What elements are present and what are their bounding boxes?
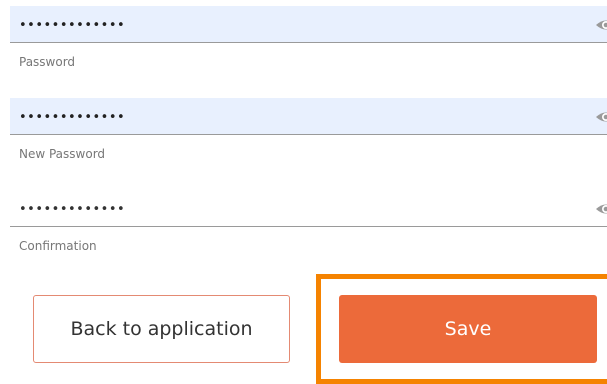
confirmation-input[interactable]: ••••••••••••• <box>10 190 607 227</box>
confirmation-label: Confirmation <box>19 239 97 253</box>
eye-icon[interactable] <box>595 200 607 218</box>
password-label: Password <box>19 55 76 69</box>
new-password-input[interactable]: ••••••••••••• <box>10 98 607 135</box>
new-password-value: ••••••••••••• <box>19 110 126 125</box>
eye-icon[interactable] <box>595 108 607 126</box>
password-value: ••••••••••••• <box>19 18 126 33</box>
eye-icon[interactable] <box>595 16 607 34</box>
confirmation-value: ••••••••••••• <box>19 202 126 217</box>
password-input[interactable]: ••••••••••••• <box>10 6 607 43</box>
back-to-application-button[interactable]: Back to application <box>33 295 290 363</box>
new-password-label: New Password <box>19 147 106 161</box>
save-button[interactable]: Save <box>339 295 597 363</box>
